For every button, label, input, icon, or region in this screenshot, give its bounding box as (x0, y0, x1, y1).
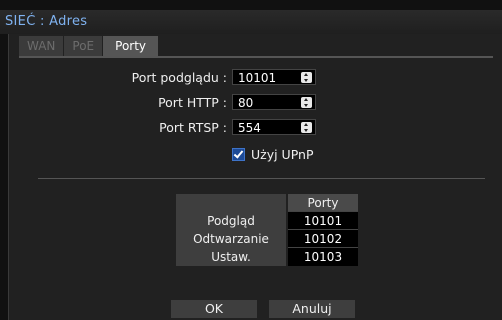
http-port-field[interactable]: 80 (232, 94, 316, 110)
table-row: Podgląd 10101 (176, 211, 358, 230)
rtsp-port-label: Port RTSP : (159, 120, 227, 135)
network-address-window: SIEĆ : Adres WAN PoE Porty Port podglądu… (0, 0, 502, 320)
cancel-button[interactable]: Anuluj (269, 300, 355, 318)
http-port-label: Port HTTP : (158, 95, 227, 110)
section-divider (38, 178, 485, 179)
ok-button[interactable]: OK (171, 300, 257, 318)
port-value-cell: 10103 (286, 247, 358, 266)
tab-ports[interactable]: Porty (103, 36, 159, 56)
ports-table: Porty Podgląd 10101 Odtwarzanie 10102 Us… (176, 194, 358, 266)
window-title: SIEĆ : Adres (5, 14, 88, 29)
upnp-checkbox[interactable] (232, 148, 245, 161)
port-value-cell: 10101 (286, 211, 358, 230)
table-header-row: Porty (176, 194, 358, 212)
port-name-cell: Podgląd (176, 211, 287, 230)
spinner-icon[interactable] (301, 97, 312, 108)
table-corner-cell (176, 194, 287, 212)
preview-port-row: Port podglądu : (0, 69, 227, 86)
rtsp-port-field[interactable]: 554 (232, 119, 316, 135)
http-port-row: Port HTTP : (0, 94, 227, 111)
rtsp-port-row: Port RTSP : (0, 119, 227, 136)
rtsp-port-value: 554 (238, 121, 261, 135)
port-value-cell: 10102 (286, 229, 358, 248)
title-bar: SIEĆ : Adres (0, 10, 502, 34)
preview-port-field[interactable]: 10101 (232, 69, 316, 85)
preview-port-label: Port podglądu : (131, 70, 227, 85)
spinner-icon[interactable] (301, 122, 312, 133)
tab-poe[interactable]: PoE (64, 36, 103, 56)
port-name-cell: Ustaw. (176, 247, 287, 266)
upnp-label: Użyj UPnP (251, 147, 314, 162)
tab-wan[interactable]: WAN (19, 36, 64, 56)
tab-underline (19, 56, 493, 58)
port-name-cell: Odtwarzanie (176, 229, 287, 248)
spinner-icon[interactable] (301, 72, 312, 83)
http-port-value: 80 (238, 96, 254, 110)
ports-column-header: Porty (286, 194, 358, 212)
upnp-option[interactable]: Użyj UPnP (232, 147, 313, 162)
tab-bar: WAN PoE Porty (19, 36, 159, 56)
table-row: Ustaw. 10103 (176, 247, 358, 266)
table-row: Odtwarzanie 10102 (176, 229, 358, 248)
preview-port-value: 10101 (238, 71, 277, 85)
